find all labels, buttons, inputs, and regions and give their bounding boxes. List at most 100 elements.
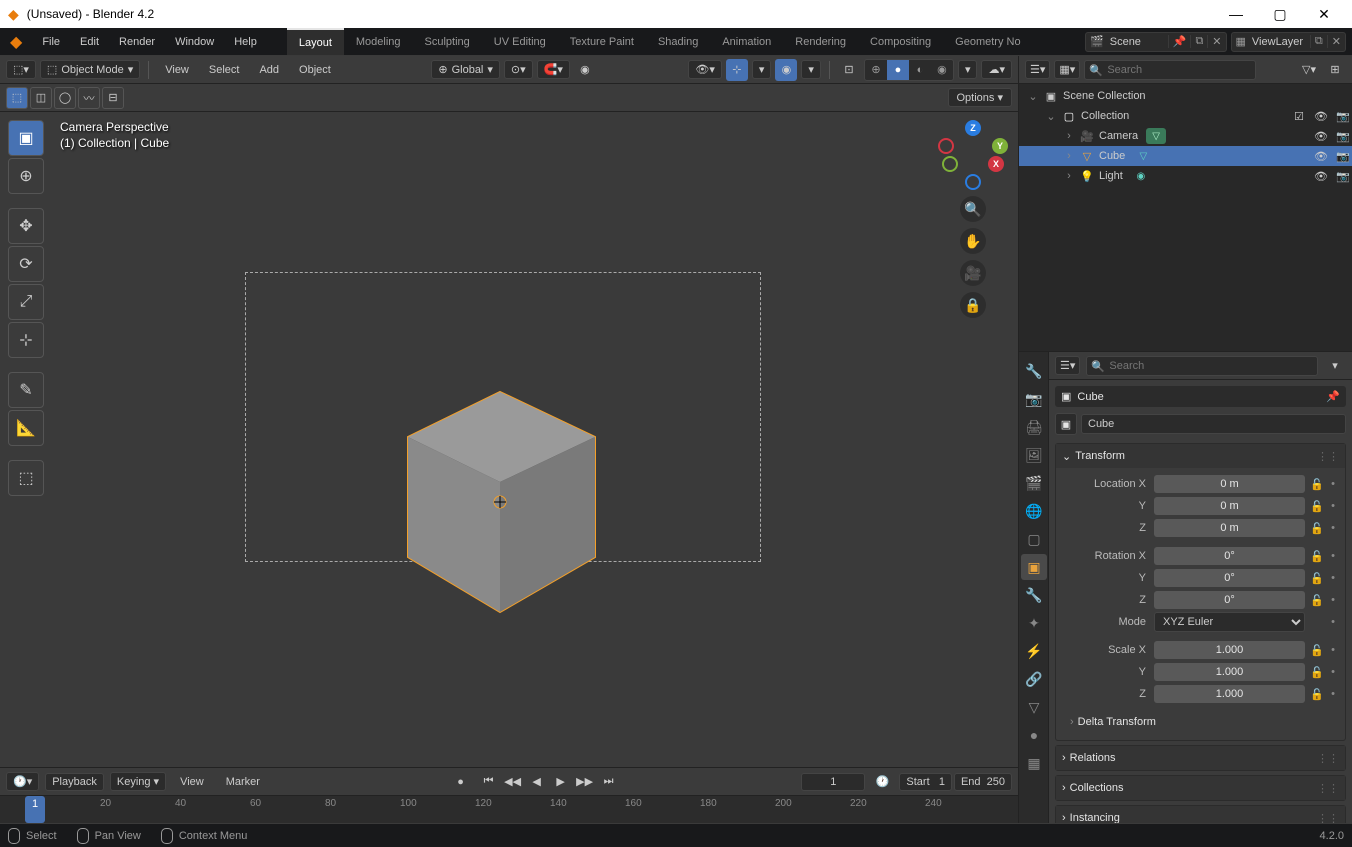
tree-item-camera[interactable]: › 🎥 Camera ▽ 👁 📷 — [1019, 126, 1352, 146]
overlay-dropdown[interactable]: ▾ — [801, 60, 821, 79]
axis-x-icon[interactable]: X — [988, 156, 1004, 172]
object-name-input[interactable] — [1081, 414, 1346, 434]
pivot-dropdown[interactable]: ⊙▾ — [504, 60, 533, 79]
tab-particles[interactable]: ✦ — [1021, 610, 1047, 636]
disable-render-toggle[interactable]: 📷 — [1334, 150, 1352, 163]
tool-rotate[interactable]: ⟳ — [8, 246, 44, 282]
tab-constraints[interactable]: 🔗 — [1021, 666, 1047, 692]
axis-y-icon[interactable]: Y — [992, 138, 1008, 154]
panel-collections-header[interactable]: ›Collections⋮⋮ — [1056, 776, 1345, 800]
overlay-toggle[interactable]: ◉ — [775, 59, 797, 81]
hide-toggle[interactable]: 👁 — [1312, 170, 1330, 183]
properties-editor-dropdown[interactable]: ☰▾ — [1055, 356, 1080, 375]
chevron-right-icon[interactable]: › — [1063, 130, 1075, 142]
chevron-down-icon[interactable]: ⌄ — [1045, 110, 1057, 123]
tab-geometry-nodes[interactable]: Geometry No — [943, 28, 1032, 55]
tree-collection[interactable]: ⌄ ▢ Collection ☑ 👁 📷 — [1019, 106, 1352, 126]
tab-physics[interactable]: ⚡ — [1021, 638, 1047, 664]
drag-handle-icon[interactable]: ⋮⋮ — [1317, 782, 1339, 795]
options-dropdown[interactable]: Options ▾ — [948, 88, 1013, 107]
viewlayer-name-input[interactable] — [1250, 36, 1310, 48]
outliner-view-dropdown[interactable]: ▦▾ — [1054, 60, 1080, 79]
keyframe-dot[interactable]: • — [1329, 644, 1337, 656]
keyframe-dot[interactable]: • — [1329, 522, 1337, 534]
hide-toggle[interactable]: 👁 — [1312, 110, 1330, 123]
menu-window[interactable]: Window — [165, 28, 224, 55]
drag-handle-icon[interactable]: ⋮⋮ — [1317, 812, 1339, 824]
axis-neg-z-icon[interactable] — [965, 174, 981, 190]
tab-output[interactable]: 🖨 — [1021, 414, 1047, 440]
menu-file[interactable]: File — [32, 28, 70, 55]
end-frame-field[interactable]: End 250 — [954, 773, 1012, 791]
exclude-toggle[interactable]: ☑ — [1290, 110, 1308, 123]
3d-viewport[interactable]: Camera Perspective (1) Collection | Cube… — [0, 112, 1018, 767]
jump-end-button[interactable]: ⏭ — [598, 771, 620, 793]
scene-name-input[interactable] — [1108, 36, 1168, 48]
tab-modeling[interactable]: Modeling — [344, 28, 413, 55]
tool-select-box[interactable]: ▣ — [8, 120, 44, 156]
editor-type-dropdown[interactable]: ⬚▾ — [6, 60, 36, 79]
lock-icon[interactable]: 🔓 — [1309, 500, 1325, 513]
rendered-shading[interactable]: ◉ — [931, 60, 953, 80]
select-invert[interactable]: ⊟ — [102, 87, 124, 109]
material-shading[interactable]: ◐ — [909, 60, 931, 80]
camera-view-button[interactable]: 🎥 — [960, 260, 986, 286]
axis-neg-x-icon[interactable] — [938, 138, 954, 154]
perspective-toggle[interactable]: 🔒 — [960, 292, 986, 318]
tab-data[interactable]: ▽ — [1021, 694, 1047, 720]
zoom-button[interactable]: 🔍 — [960, 196, 986, 222]
jump-prev-key-button[interactable]: ◀◀ — [502, 771, 524, 793]
panel-transform-header[interactable]: ⌄ Transform ⋮⋮ — [1056, 444, 1345, 468]
new-collection-button[interactable]: ⊞ — [1324, 59, 1346, 81]
select-box[interactable]: ◫ — [30, 87, 52, 109]
tree-scene-collection[interactable]: ⌄ ▣ Scene Collection — [1019, 86, 1352, 106]
lock-icon[interactable]: 🔓 — [1309, 594, 1325, 607]
tab-modifiers[interactable]: 🔧 — [1021, 582, 1047, 608]
keyframe-dot[interactable]: • — [1329, 572, 1337, 584]
tab-compositing[interactable]: Compositing — [858, 28, 943, 55]
tab-collection[interactable]: ▢ — [1021, 526, 1047, 552]
jump-start-button[interactable]: ⏮ — [478, 771, 500, 793]
timeline-view-menu[interactable]: View — [172, 776, 212, 788]
disable-render-toggle[interactable]: 📷 — [1334, 130, 1352, 143]
panel-instancing-header[interactable]: ›Instancing⋮⋮ — [1056, 806, 1345, 823]
tool-scale[interactable]: ⤢ — [8, 284, 44, 320]
timeline-ruler[interactable]: 1 20 40 60 80 100 120 140 160 180 200 22… — [0, 796, 1018, 823]
keying-menu[interactable]: Keying ▾ — [110, 772, 166, 791]
chevron-right-icon[interactable]: › — [1063, 150, 1075, 162]
filter-button[interactable]: ▽▾ — [1298, 59, 1320, 81]
play-reverse-button[interactable]: ◀ — [526, 771, 548, 793]
delete-viewlayer-icon[interactable]: ✕ — [1327, 35, 1345, 48]
wireframe-shading[interactable]: ⊕ — [865, 60, 887, 80]
keyframe-dot[interactable]: • — [1329, 666, 1337, 678]
select-tweak[interactable]: ⬚ — [6, 87, 28, 109]
orientation-dropdown[interactable]: ⊕ Global ▾ — [431, 60, 500, 79]
scale-y-field[interactable]: 1.000 — [1154, 663, 1305, 681]
new-viewlayer-icon[interactable]: ⧉ — [1310, 35, 1327, 48]
tab-texture-paint[interactable]: Texture Paint — [558, 28, 646, 55]
scale-x-field[interactable]: 1.000 — [1154, 641, 1305, 659]
shading-dropdown[interactable]: ▾ — [958, 60, 978, 79]
lock-icon[interactable]: 🔓 — [1309, 644, 1325, 657]
location-x-field[interactable]: 0 m — [1154, 475, 1305, 493]
drag-handle-icon[interactable]: ⋮⋮ — [1317, 450, 1339, 463]
chevron-right-icon[interactable]: › — [1063, 170, 1075, 182]
tree-item-cube[interactable]: › ▽ Cube ▽ 👁 📷 — [1019, 146, 1352, 166]
panel-relations-header[interactable]: ›Relations⋮⋮ — [1056, 746, 1345, 770]
tab-uv-editing[interactable]: UV Editing — [482, 28, 558, 55]
start-frame-field[interactable]: Start 1 — [899, 773, 952, 791]
lock-icon[interactable]: 🔓 — [1309, 522, 1325, 535]
tab-texture[interactable]: ▦ — [1021, 750, 1047, 776]
outliner-search-input[interactable] — [1084, 60, 1256, 80]
tool-transform[interactable]: ⊹ — [8, 322, 44, 358]
lock-icon[interactable]: 🔓 — [1309, 666, 1325, 679]
tab-sculpting[interactable]: Sculpting — [413, 28, 482, 55]
axis-z-icon[interactable]: Z — [965, 120, 981, 136]
tab-shading[interactable]: Shading — [646, 28, 710, 55]
rotation-z-field[interactable]: 0° — [1154, 591, 1305, 609]
options-button[interactable]: ▾ — [1324, 355, 1346, 377]
playback-menu[interactable]: Playback — [45, 773, 104, 791]
lock-icon[interactable]: 🔓 — [1309, 478, 1325, 491]
autokey-toggle[interactable]: ● — [450, 771, 472, 793]
timeline-editor-dropdown[interactable]: 🕐▾ — [6, 772, 39, 791]
